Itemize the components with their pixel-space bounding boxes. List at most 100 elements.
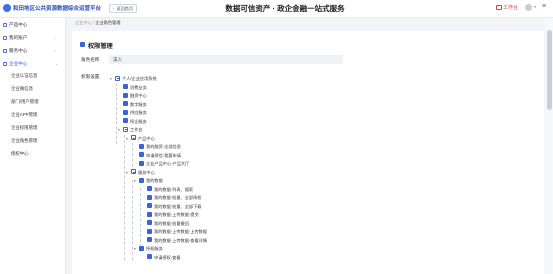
platform-logo: [3, 4, 11, 12]
sidebar-item-label: 我的账户: [9, 35, 28, 40]
platform-name: 和田地区公共资源数据综合运营平台: [13, 6, 102, 12]
tree-node[interactable]: 我的数据-批量、全部授权: [142, 194, 201, 202]
breadcrumb-parent[interactable]: 企业中心: [75, 20, 92, 25]
tree-node[interactable]: 供应服务: [118, 109, 147, 117]
tree-checkbox[interactable]: [147, 220, 152, 226]
breadcrumb-current: 企业角色管理: [95, 20, 121, 25]
menu-icon[interactable]: ≡: [542, 3, 546, 10]
chevron-down-icon: ⌄: [55, 61, 59, 66]
tree-checkbox[interactable]: [139, 160, 144, 166]
tree-node-label: 我的数据-批量、全部下载: [154, 203, 202, 209]
tree-checkbox[interactable]: [147, 228, 152, 234]
tree-node-label: 个人/企业应用系统: [122, 76, 157, 81]
tree-node[interactable]: 我的数据-批量、全部下载: [142, 203, 201, 211]
permission-label: 权限设置: [81, 74, 100, 79]
chevron-down-icon[interactable]: ▾: [534, 4, 536, 9]
sidebar-subitem-app-manage[interactable]: 企业APP管理: [11, 111, 37, 119]
tree-node[interactable]: 我的数据-上传数据-查看详情: [142, 237, 207, 245]
back-home-button[interactable]: ‹ 返回首页: [109, 4, 138, 13]
tree-checkbox[interactable]: [139, 177, 144, 183]
tree-node[interactable]: ▾ 个人/企业应用系统: [110, 75, 157, 83]
tree-node[interactable]: ▾ 服务中心: [126, 169, 155, 177]
tree-node-label: 消费业务: [130, 84, 147, 90]
sidebar-subitem-auth-center[interactable]: 授权中心: [11, 150, 29, 158]
sidebar: 产品中心 我的账户 › 服务中心 › 企业中心 ⌄ 企业认证信息 企业微信息 部…: [0, 18, 66, 274]
role-name-input[interactable]: 法人: [109, 55, 343, 64]
tree-node[interactable]: ▾ 授权服务: [134, 245, 163, 253]
tree-node[interactable]: ▾ 产品中心: [126, 135, 155, 143]
breadcrumb: 企业中心 / 企业角色管理: [75, 20, 120, 26]
sidebar-item-label: 产品中心: [9, 22, 28, 27]
sidebar-item-my-account[interactable]: 我的账户 ›: [3, 34, 56, 42]
tree-checkbox[interactable]: [131, 169, 136, 175]
permission-card: 权限管理 角色名称 法人 权限设置 ▾ 个人/企业应用系统 消费业务 融资中心 数字服务…: [72, 31, 544, 274]
chevron-left-icon: ‹: [113, 6, 115, 11]
tree-node[interactable]: 授企服务: [118, 118, 147, 126]
tree-checkbox[interactable]: [147, 254, 152, 260]
tree-checkbox[interactable]: [123, 84, 128, 90]
tree-node[interactable]: 我的数据-上传数据-上传数据: [142, 228, 207, 236]
tree-node[interactable]: ▾ 我的数据: [134, 177, 163, 185]
tree-checkbox[interactable]: [115, 75, 120, 81]
tree-checkbox[interactable]: [147, 237, 152, 243]
tree-node-label: 我的数据-批量撤回: [154, 220, 189, 226]
scrollbar[interactable]: [545, 18, 553, 274]
tree-checkbox[interactable]: [123, 92, 128, 98]
sidebar-item-product-center[interactable]: 产品中心: [3, 21, 27, 29]
tree-checkbox[interactable]: [139, 143, 144, 149]
tree-node-label: 融资中心: [130, 93, 147, 98]
tree-node[interactable]: 我的数据-上传数据-提交: [142, 211, 199, 219]
building-icon: [3, 61, 7, 66]
sidebar-subitem-wechat-info[interactable]: 企业微信息: [11, 85, 33, 93]
tree-node[interactable]: 数字服务: [118, 101, 147, 109]
tree-node[interactable]: 申请授权-查看: [142, 254, 181, 262]
workbench-link[interactable]: 工作台: [496, 4, 518, 11]
sidebar-subitem-role-manage[interactable]: 企业角色管理: [11, 137, 37, 145]
sidebar-subitem-permission[interactable]: 企业权限管理: [11, 124, 37, 132]
tree-checkbox[interactable]: [123, 109, 128, 115]
sidebar-subitem-dept-user[interactable]: 部门/用户管理: [11, 98, 39, 106]
tree-node[interactable]: 融资中心: [118, 92, 147, 100]
tree-node[interactable]: 我的数据-批量撤回: [142, 220, 189, 228]
sidebar-item-enterprise-center[interactable]: 企业中心 ⌄: [3, 60, 58, 68]
service-icon: [3, 48, 7, 53]
tree-checkbox[interactable]: [147, 203, 152, 209]
tree-checkbox[interactable]: [147, 194, 152, 200]
tree-node[interactable]: 消费业务: [118, 84, 147, 92]
tree-node-label: 授权服务: [146, 246, 163, 251]
tree-checkbox[interactable]: [123, 101, 128, 107]
tree-node-label: 我的数据-上传数据-查看详情: [154, 237, 208, 243]
tree-node[interactable]: 申请授信-我要申请: [134, 152, 181, 160]
tree-checkbox[interactable]: [139, 152, 144, 158]
tree-node-label: 申请授信-我要申请: [146, 152, 181, 158]
tree-checkbox[interactable]: [147, 186, 152, 192]
tree-node-label: 我的数据: [146, 178, 163, 183]
tree-connector: [140, 188, 141, 252]
tree-checkbox[interactable]: [123, 126, 128, 132]
tree-node-label: 我的融资-全部信息: [146, 144, 181, 149]
chevron-right-icon: ›: [55, 48, 57, 53]
chevron-right-icon: ›: [55, 35, 57, 40]
title-marker: [80, 42, 85, 47]
tree-checkbox[interactable]: [139, 245, 144, 251]
tree-node-label: 我的数据-上传数据-上传数据: [154, 229, 208, 234]
tree-node-label: 服务中心: [138, 169, 155, 175]
avatar[interactable]: [525, 4, 532, 11]
tree-node[interactable]: 企业产品中心-产品大厅: [134, 160, 189, 168]
tree-node[interactable]: 我的数据-列表、搜索: [142, 186, 193, 194]
sidebar-item-service-center[interactable]: 服务中心 ›: [3, 47, 56, 55]
scrollbar-thumb[interactable]: [546, 30, 552, 110]
tree-node-label: 申请授权-查看: [154, 254, 181, 260]
tree-checkbox[interactable]: [123, 118, 128, 124]
tree-node-label: 我的数据-上传数据-提交: [154, 212, 199, 217]
tree-node-label: 工作台: [130, 127, 143, 132]
tree-connector: [124, 135, 125, 260]
tree-node-label: 企业产品中心-产品大厅: [146, 161, 190, 166]
tree-node[interactable]: 我的融资-全部信息: [134, 143, 181, 151]
user-icon: [3, 35, 7, 40]
tree-node[interactable]: ▾ 工作台: [118, 126, 143, 134]
page-main-title: 数据可信资产 · 政企金融一站式服务: [225, 4, 345, 13]
tree-checkbox[interactable]: [131, 135, 136, 141]
tree-checkbox[interactable]: [147, 211, 152, 217]
sidebar-subitem-cert-info[interactable]: 企业认证信息: [11, 72, 37, 80]
